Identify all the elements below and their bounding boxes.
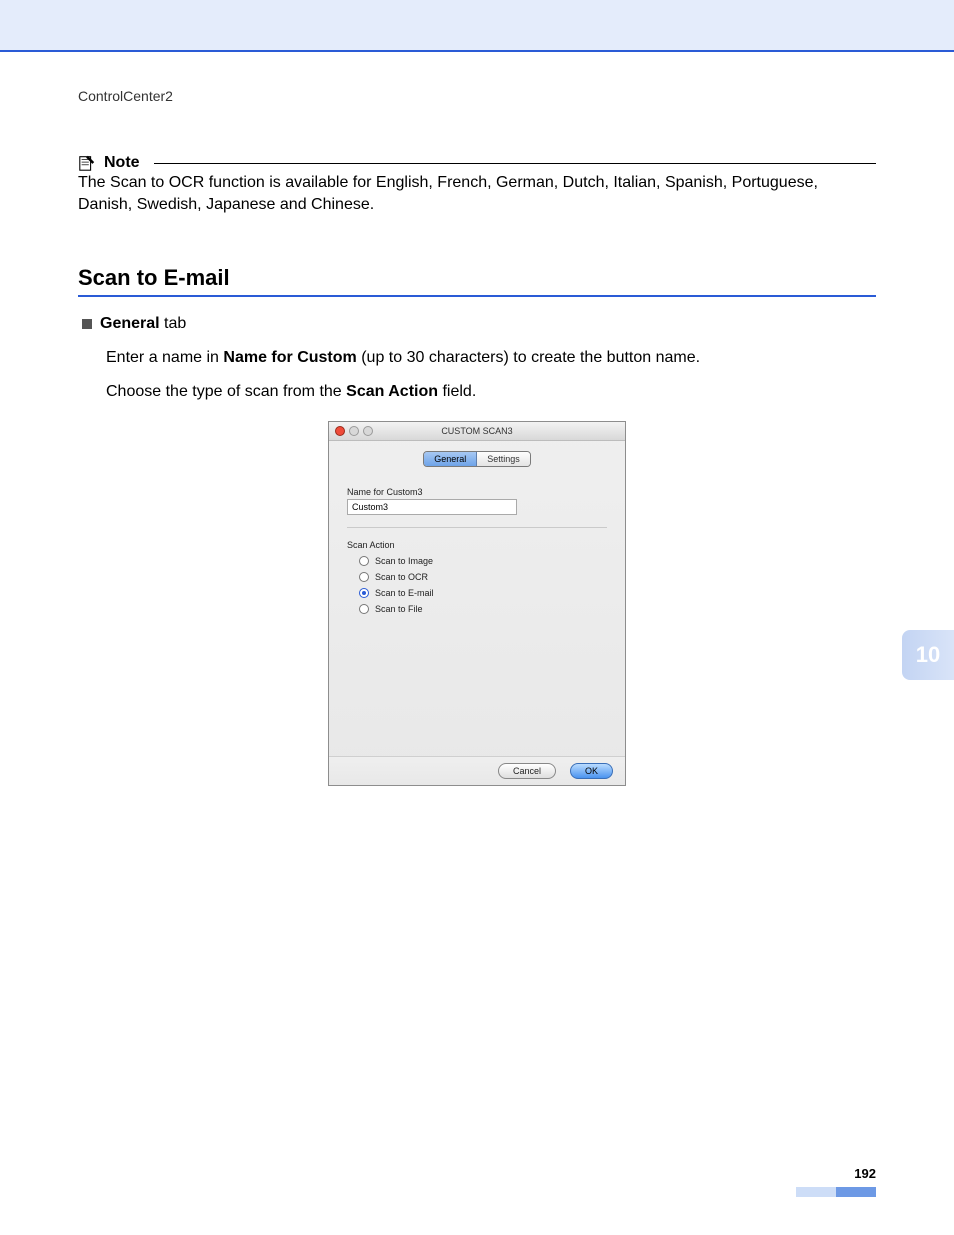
tab-general[interactable]: General [424, 452, 477, 466]
breadcrumb: ControlCenter2 [78, 88, 876, 104]
tab-settings[interactable]: Settings [477, 452, 530, 466]
radio-email-label: Scan to E-mail [375, 588, 434, 598]
radio-file-input[interactable] [359, 604, 369, 614]
line2-bold: Scan Action [346, 383, 438, 400]
radio-scan-to-image[interactable]: Scan to Image [359, 556, 607, 566]
bullet-bold: General [100, 315, 160, 332]
body-line-1: Enter a name in Name for Custom (up to 3… [106, 349, 876, 367]
cancel-button[interactable]: Cancel [498, 763, 556, 779]
body-line-2: Choose the type of scan from the Scan Ac… [106, 383, 876, 401]
line1-post: (up to 30 characters) to create the butt… [357, 349, 700, 366]
dialog-window: CUSTOM SCAN3 General Settings Name for C… [328, 421, 626, 786]
note-body: The Scan to OCR function is available fo… [78, 172, 876, 215]
scan-action-label: Scan Action [347, 540, 607, 550]
radio-file-label: Scan to File [375, 604, 423, 614]
note-title: Note [104, 154, 140, 172]
name-for-custom-label: Name for Custom3 [347, 487, 607, 497]
radio-scan-to-ocr[interactable]: Scan to OCR [359, 572, 607, 582]
radio-scan-to-file[interactable]: Scan to File [359, 604, 607, 614]
radio-image-input[interactable] [359, 556, 369, 566]
radio-email-input[interactable] [359, 588, 369, 598]
ok-button[interactable]: OK [570, 763, 613, 779]
page-number: 192 [78, 1166, 876, 1181]
chapter-tab: 10 [902, 630, 954, 680]
header-band [0, 0, 954, 52]
note-rule [154, 163, 876, 164]
section-title: Scan to E-mail [78, 265, 876, 297]
radio-image-label: Scan to Image [375, 556, 433, 566]
separator [347, 527, 607, 528]
name-for-custom-input[interactable] [347, 499, 517, 515]
radio-scan-to-email[interactable]: Scan to E-mail [359, 588, 607, 598]
tab-group: General Settings [423, 451, 531, 467]
bullet-rest: tab [160, 315, 187, 332]
radio-ocr-label: Scan to OCR [375, 572, 428, 582]
line2-pre: Choose the type of scan from the [106, 383, 346, 400]
note-icon [78, 154, 96, 172]
line1-bold: Name for Custom [223, 349, 356, 366]
line2-post: field. [438, 383, 476, 400]
radio-ocr-input[interactable] [359, 572, 369, 582]
footer-accent [78, 1187, 876, 1197]
titlebar: CUSTOM SCAN3 [329, 422, 625, 441]
bullet-icon [82, 319, 92, 329]
dialog-title: CUSTOM SCAN3 [329, 426, 625, 436]
line1-pre: Enter a name in [106, 349, 223, 366]
bullet-text: General tab [100, 315, 186, 333]
